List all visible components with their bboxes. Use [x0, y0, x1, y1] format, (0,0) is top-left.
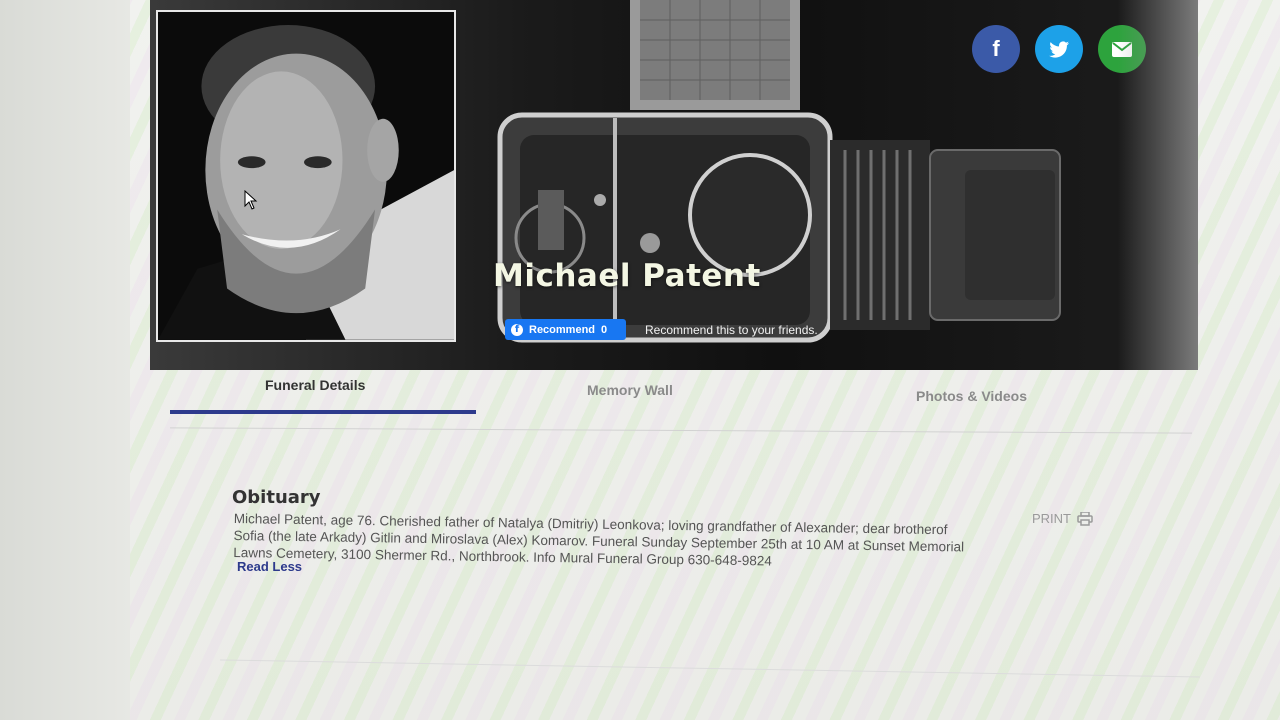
recommend-count: 0: [601, 323, 608, 336]
read-less-link[interactable]: Read Less: [237, 559, 302, 574]
twitter-share-button[interactable]: [1035, 25, 1083, 73]
twitter-bird-icon: [1049, 40, 1069, 58]
hero-edge-fade: [1118, 0, 1198, 370]
facebook-icon: f: [992, 36, 1000, 61]
facebook-icon: f: [511, 323, 523, 336]
deceased-name: Michael Patent: [493, 258, 761, 294]
facebook-share-button[interactable]: f: [972, 25, 1020, 73]
facebook-recommend-button[interactable]: f Recommend 0: [505, 319, 626, 340]
obituary-heading: Obituary: [232, 487, 321, 508]
tab-photos-videos[interactable]: Photos & Videos: [916, 388, 1027, 404]
mouse-cursor-icon: [244, 190, 258, 210]
hero-banner: Michael Patent f Recommend 0 Recommend t…: [150, 0, 1198, 370]
recommend-caption: Recommend this to your friends.: [645, 323, 818, 337]
tab-memory-wall[interactable]: Memory Wall: [587, 382, 673, 398]
page-margin: [0, 0, 130, 720]
deceased-portrait-photo: [156, 10, 456, 342]
tab-funeral-details[interactable]: Funeral Details: [265, 377, 365, 393]
active-tab-indicator: [170, 410, 476, 414]
recommend-label: Recommend: [529, 323, 596, 336]
